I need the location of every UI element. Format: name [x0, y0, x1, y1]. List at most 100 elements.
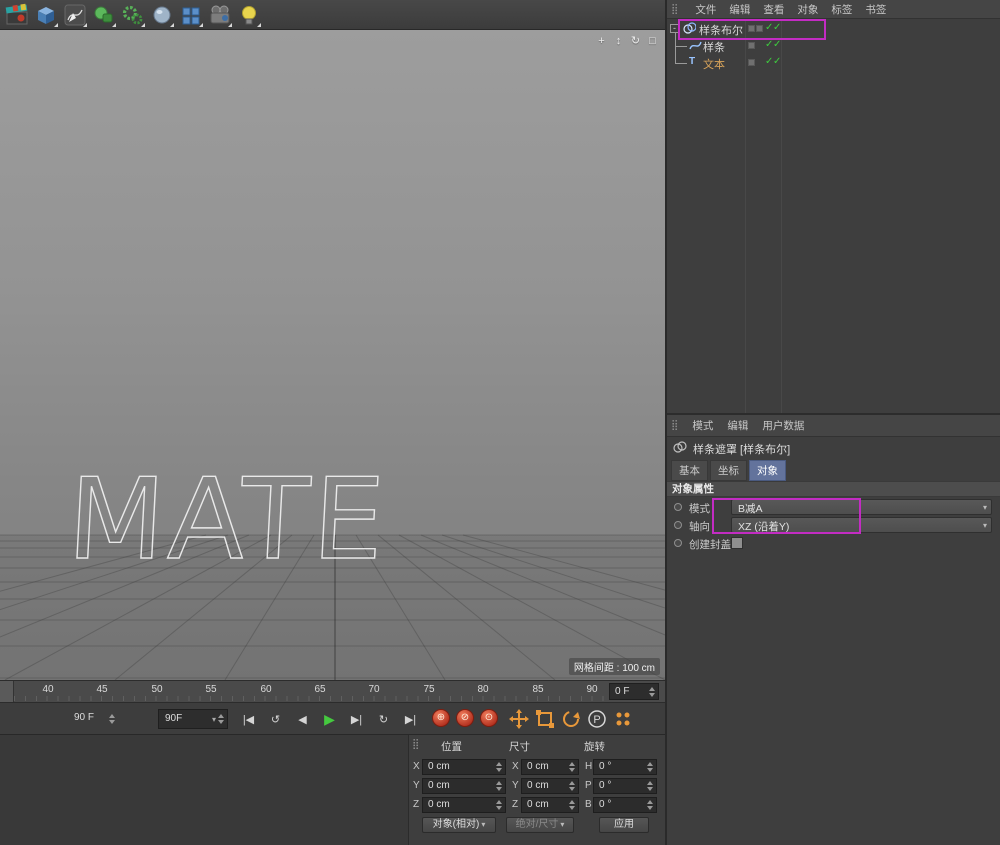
animation-dot-icon[interactable] [674, 521, 682, 529]
autokey-button[interactable]: ⊘ [456, 709, 474, 727]
coordinates-panel: ⣿ 位置 尺寸 旋转 X 0 cm X 0 cm H 0 ° Y 0 cm Y … [408, 735, 665, 845]
zoom-icon[interactable]: ↕ [612, 35, 625, 48]
spline-pen-icon[interactable] [62, 2, 88, 28]
position-z-field[interactable]: 0 cm [422, 797, 506, 813]
clapperboard-icon[interactable] [4, 2, 30, 28]
chevron-down-icon: ▾ [982, 503, 987, 512]
viewport-3d[interactable]: + ↕ ↻ □ MATE 网格间距 : 100 cm [0, 30, 665, 680]
enable-check-icon[interactable]: ✓ [773, 39, 781, 50]
camera-icon[interactable] [207, 2, 233, 28]
tree-row-spline[interactable]: 样条 ✓ ✓ [667, 38, 1000, 55]
menu-edit[interactable]: 编辑 [729, 2, 750, 17]
menu-mode[interactable]: 模式 [692, 418, 713, 433]
animation-dot-icon[interactable] [674, 503, 682, 511]
svg-text:P: P [593, 714, 600, 726]
coord-mode-dropdown[interactable]: 对象(相对) ▾ [422, 817, 496, 833]
play-backward-button[interactable]: ↺ [263, 707, 288, 731]
menu-bookmarks[interactable]: 书签 [865, 2, 886, 17]
deformer-sphere-icon[interactable] [149, 2, 175, 28]
next-frame-button[interactable]: ▶| [344, 707, 369, 731]
axis-dropdown[interactable]: XZ (沿着Y) ▾ [731, 517, 992, 533]
axis-label: H [585, 761, 593, 772]
axis-label: 轴向 [689, 521, 710, 533]
panel-handle-icon[interactable]: ⣿ [671, 420, 678, 431]
end-frame-field[interactable]: 90 F [72, 710, 118, 728]
record-position-icon[interactable] [508, 708, 530, 730]
loop-button[interactable]: ↻ [371, 707, 396, 731]
attribute-tabs: 基本 坐标 对象 [671, 460, 786, 481]
size-z-field[interactable]: 0 cm [521, 797, 579, 813]
enable-check-icon[interactable]: ✓ [773, 56, 781, 67]
visibility-dot[interactable] [756, 25, 763, 32]
visibility-dot[interactable] [748, 59, 755, 66]
create-cap-row: 创建封盖 [667, 535, 1000, 552]
record-rotation-icon[interactable] [560, 708, 582, 730]
panel-handle-icon[interactable]: ⣿ [412, 739, 419, 750]
size-y-field[interactable]: 0 cm [521, 778, 579, 794]
spline-icon [689, 39, 702, 55]
tree-row-text[interactable]: T 文本 ✓ ✓ [667, 55, 1000, 72]
spline-boolean-icon [683, 22, 697, 38]
record-keyframe-button[interactable]: ⊕ [432, 709, 450, 727]
tab-object[interactable]: 对象 [749, 460, 786, 481]
coord-abs-dropdown[interactable]: 绝对/尺寸 ▾ [506, 817, 574, 833]
transport-bar: 90 F 90F ▾ |◀ ↺ ◀ ▶ ▶| ↻ ▶| ⊕ ⊘ ⊙ P [0, 703, 748, 735]
menu-file[interactable]: 文件 [695, 2, 716, 17]
pan-icon[interactable]: + [595, 35, 608, 48]
menu-edit[interactable]: 编辑 [727, 418, 748, 433]
object-label: 样条 [703, 42, 725, 54]
record-pla-icon[interactable] [612, 708, 634, 730]
size-x-field[interactable]: 0 cm [521, 759, 579, 775]
visibility-dot[interactable] [748, 25, 755, 32]
keyframe-selection-button[interactable]: ⊙ [480, 709, 498, 727]
animation-dot-icon[interactable] [674, 539, 682, 547]
record-controls: ⊕ ⊘ ⊙ [432, 709, 498, 727]
current-frame-field[interactable]: 0 F [609, 683, 659, 700]
frame-range-dropdown[interactable]: 90F ▾ [158, 709, 228, 729]
rotation-h-field[interactable]: 0 ° [593, 759, 657, 775]
timeline-ruler[interactable]: 40 45 50 55 60 65 70 75 80 85 90 0 F [0, 680, 665, 703]
panel-handle-icon[interactable]: ⣿ [671, 4, 678, 15]
record-scale-icon[interactable] [534, 708, 556, 730]
position-x-field[interactable]: 0 cm [422, 759, 506, 775]
tree-row-spline-boolean[interactable]: - 样条布尔 ✓ ✓ [667, 21, 1000, 38]
grid-spacing-label: 网格间距 : 100 cm [568, 658, 660, 675]
goto-end-button[interactable]: ▶| [398, 707, 423, 731]
menu-object[interactable]: 对象 [797, 2, 818, 17]
tab-coordinates[interactable]: 坐标 [710, 460, 747, 481]
menu-view[interactable]: 查看 [763, 2, 784, 17]
mode-dropdown[interactable]: B减A ▾ [731, 499, 992, 515]
main-toolbar [0, 0, 665, 30]
create-cap-checkbox[interactable] [731, 537, 743, 549]
goto-start-button[interactable]: |◀ [236, 707, 261, 731]
chevron-down-icon: ▾ [481, 820, 486, 829]
record-parameter-icon[interactable]: P [586, 708, 608, 730]
rotation-p-field[interactable]: 0 ° [593, 778, 657, 794]
light-bulb-icon[interactable] [236, 2, 262, 28]
rotation-b-field[interactable]: 0 ° [593, 797, 657, 813]
axis-label: X [413, 761, 420, 772]
expand-toggle[interactable]: - [670, 24, 679, 33]
tick-label: 40 [42, 684, 54, 695]
tick-marks [14, 696, 605, 701]
rotate-view-icon[interactable]: ↻ [629, 35, 642, 48]
object-label: 文本 [703, 59, 725, 71]
wireframe-text: MATE [65, 455, 392, 585]
prev-frame-button[interactable]: ◀ [290, 707, 315, 731]
section-object-properties[interactable]: 对象属性 [667, 481, 1000, 497]
menu-user-data[interactable]: 用户数据 [762, 418, 804, 433]
apply-button[interactable]: 应用 [599, 817, 649, 833]
timeline-playhead[interactable] [0, 681, 14, 702]
cube-primitive-icon[interactable] [33, 2, 59, 28]
generators-gear-icon[interactable] [120, 2, 146, 28]
visibility-dot[interactable] [748, 42, 755, 49]
play-button[interactable]: ▶ [317, 707, 342, 731]
primitives-icon[interactable] [91, 2, 117, 28]
tab-basic[interactable]: 基本 [671, 460, 708, 481]
array-icon[interactable] [178, 2, 204, 28]
toggle-view-icon[interactable]: □ [646, 35, 659, 48]
enable-check-icon[interactable]: ✓ [773, 22, 781, 33]
menu-tags[interactable]: 标签 [831, 2, 852, 17]
position-y-field[interactable]: 0 cm [422, 778, 506, 794]
tick-label: 45 [96, 684, 108, 695]
